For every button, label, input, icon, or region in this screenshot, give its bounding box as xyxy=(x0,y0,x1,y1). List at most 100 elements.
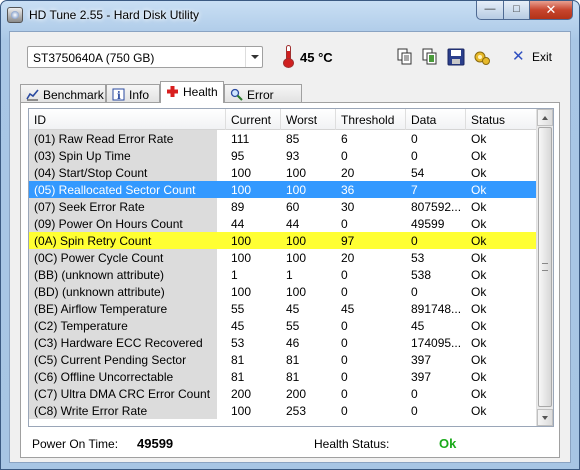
cell-id: (05) Reallocated Sector Count xyxy=(34,183,196,197)
cell-current: 45 xyxy=(231,319,245,333)
table-row[interactable]: (C7) Ultra DMA CRC Error Count 200 200 0 0 Ok xyxy=(29,385,538,402)
table-row[interactable]: (03) Spin Up Time 95 93 0 0 Ok xyxy=(29,147,538,164)
cell-current: 1 xyxy=(231,268,238,282)
options-icon[interactable] xyxy=(473,48,491,66)
cell-id: (0A) Spin Retry Count xyxy=(34,234,152,248)
cell-current: 55 xyxy=(231,302,245,316)
column-header-id[interactable]: ID xyxy=(29,109,226,130)
drive-select-value: ST3750640A (750 GB) xyxy=(33,51,155,65)
drive-select[interactable]: ST3750640A (750 GB) xyxy=(27,46,263,68)
tab-info[interactable]: i Info xyxy=(106,84,160,103)
scroll-thumb[interactable] xyxy=(538,127,552,407)
power-on-value: 49599 xyxy=(137,436,174,451)
cell-data: 53 xyxy=(411,251,425,265)
cell-current: 111 xyxy=(231,132,250,146)
table-row[interactable]: (0C) Power Cycle Count 100 100 20 53 Ok xyxy=(29,249,538,266)
cell-status: Ok xyxy=(471,370,487,384)
tab-benchmark[interactable]: Benchmark xyxy=(20,84,106,103)
cell-worst: 93 xyxy=(286,149,300,163)
scroll-down-icon[interactable] xyxy=(537,409,553,426)
table-row[interactable]: (BD) (unknown attribute) 100 100 0 0 Ok xyxy=(29,283,538,300)
column-header-worst[interactable]: Worst xyxy=(281,109,336,130)
cell-worst: 100 xyxy=(286,166,307,180)
copy-icon[interactable] xyxy=(396,48,414,66)
cell-data: 397 xyxy=(411,353,432,367)
cell-threshold: 0 xyxy=(341,370,348,384)
cell-data: 0 xyxy=(411,285,418,299)
cell-worst: 100 xyxy=(286,285,307,299)
table-row[interactable]: (09) Power On Hours Count 44 44 0 49599 Ok xyxy=(29,215,538,232)
cell-current: 81 xyxy=(231,353,245,367)
smart-attributes-table[interactable]: ID Current Worst Threshold Data Status (… xyxy=(28,108,554,427)
cell-threshold: 36 xyxy=(341,183,355,197)
column-header-data[interactable]: Data xyxy=(406,109,466,130)
cell-id: (C6) Offline Uncorrectable xyxy=(34,370,174,384)
cell-worst: 45 xyxy=(286,302,300,316)
table-row[interactable]: (05) Reallocated Sector Count 100 100 36 7 Ok xyxy=(29,181,538,198)
cell-status: Ok xyxy=(471,183,487,197)
health-status-label: Health Status: xyxy=(314,437,390,451)
cell-id: (04) Start/Stop Count xyxy=(34,166,148,180)
tab-label: Info xyxy=(129,88,150,102)
cell-id: (07) Seek Error Rate xyxy=(34,200,145,214)
table-row[interactable]: (0A) Spin Retry Count 100 100 97 0 Ok xyxy=(29,232,538,249)
cell-threshold: 0 xyxy=(341,404,348,418)
column-header-threshold[interactable]: Threshold xyxy=(336,109,406,130)
cell-current: 53 xyxy=(231,336,245,350)
chevron-down-icon[interactable] xyxy=(245,47,262,67)
cell-worst: 81 xyxy=(286,353,300,367)
tab-error-scan[interactable]: Error Scan xyxy=(224,84,302,116)
save-icon[interactable] xyxy=(447,48,465,66)
cell-worst: 253 xyxy=(286,404,307,418)
cell-worst: 55 xyxy=(286,319,300,333)
cell-status: Ok xyxy=(471,353,487,367)
health-panel: ID Current Worst Threshold Data Status (… xyxy=(20,102,560,458)
column-header-status[interactable]: Status xyxy=(466,109,538,130)
cell-id: (BB) (unknown attribute) xyxy=(34,268,165,282)
table-row[interactable]: (BB) (unknown attribute) 1 1 0 538 Ok xyxy=(29,266,538,283)
close-button[interactable]: ✕ xyxy=(529,1,573,20)
cell-worst: 44 xyxy=(286,217,300,231)
table-row[interactable]: (04) Start/Stop Count 100 100 20 54 Ok xyxy=(29,164,538,181)
cell-id: (C7) Ultra DMA CRC Error Count xyxy=(34,387,211,401)
exit-button[interactable]: ✕ Exit xyxy=(512,48,552,66)
cell-worst: 81 xyxy=(286,370,300,384)
table-row[interactable]: (01) Raw Read Error Rate 111 85 6 0 Ok xyxy=(29,130,538,147)
cell-data: 397 xyxy=(411,370,432,384)
cell-threshold: 0 xyxy=(341,268,348,282)
minimize-button[interactable]: — xyxy=(476,1,504,20)
window-title: HD Tune 2.55 - Hard Disk Utility xyxy=(29,8,200,22)
cell-data: 0 xyxy=(411,404,418,418)
column-header-current[interactable]: Current xyxy=(226,109,281,130)
cell-id: (C2) Temperature xyxy=(34,319,128,333)
table-row[interactable]: (C5) Current Pending Sector 81 81 0 397 Ok xyxy=(29,351,538,368)
cell-status: Ok xyxy=(471,234,487,248)
cell-current: 44 xyxy=(231,217,245,231)
cell-threshold: 0 xyxy=(341,336,348,350)
title-bar[interactable]: HD Tune 2.55 - Hard Disk Utility — □ ✕ xyxy=(1,1,579,31)
cell-worst: 100 xyxy=(286,234,307,248)
cell-data: 807592... xyxy=(411,200,462,214)
cell-id: (C5) Current Pending Sector xyxy=(34,353,187,367)
thermometer-icon xyxy=(283,45,294,68)
cell-data: 45 xyxy=(411,319,425,333)
vertical-scrollbar[interactable] xyxy=(536,109,553,426)
maximize-button[interactable]: □ xyxy=(503,1,530,20)
exit-icon: ✕ xyxy=(512,48,525,65)
table-row[interactable]: (C2) Temperature 45 55 0 45 Ok xyxy=(29,317,538,334)
scroll-up-icon[interactable] xyxy=(537,109,553,126)
cell-worst: 60 xyxy=(286,200,300,214)
tab-health[interactable]: Health xyxy=(160,81,224,103)
cell-status: Ok xyxy=(471,285,487,299)
copy-all-icon[interactable] xyxy=(421,48,439,66)
cell-data: 7 xyxy=(411,183,418,197)
health-status-value: Ok xyxy=(439,436,457,451)
table-row[interactable]: (C6) Offline Uncorrectable 81 81 0 397 Ok xyxy=(29,368,538,385)
cell-id: (BD) (unknown attribute) xyxy=(34,285,165,299)
app-icon xyxy=(7,7,23,23)
table-row[interactable]: (C3) Hardware ECC Recovered 53 46 0 174095..… xyxy=(29,334,538,351)
table-row[interactable]: (07) Seek Error Rate 89 60 30 807592... Ok xyxy=(29,198,538,215)
cell-id: (09) Power On Hours Count xyxy=(34,217,183,231)
table-row[interactable]: (C8) Write Error Rate 100 253 0 0 Ok xyxy=(29,402,538,419)
table-row[interactable]: (BE) Airflow Temperature 55 45 45 891748... O… xyxy=(29,300,538,317)
